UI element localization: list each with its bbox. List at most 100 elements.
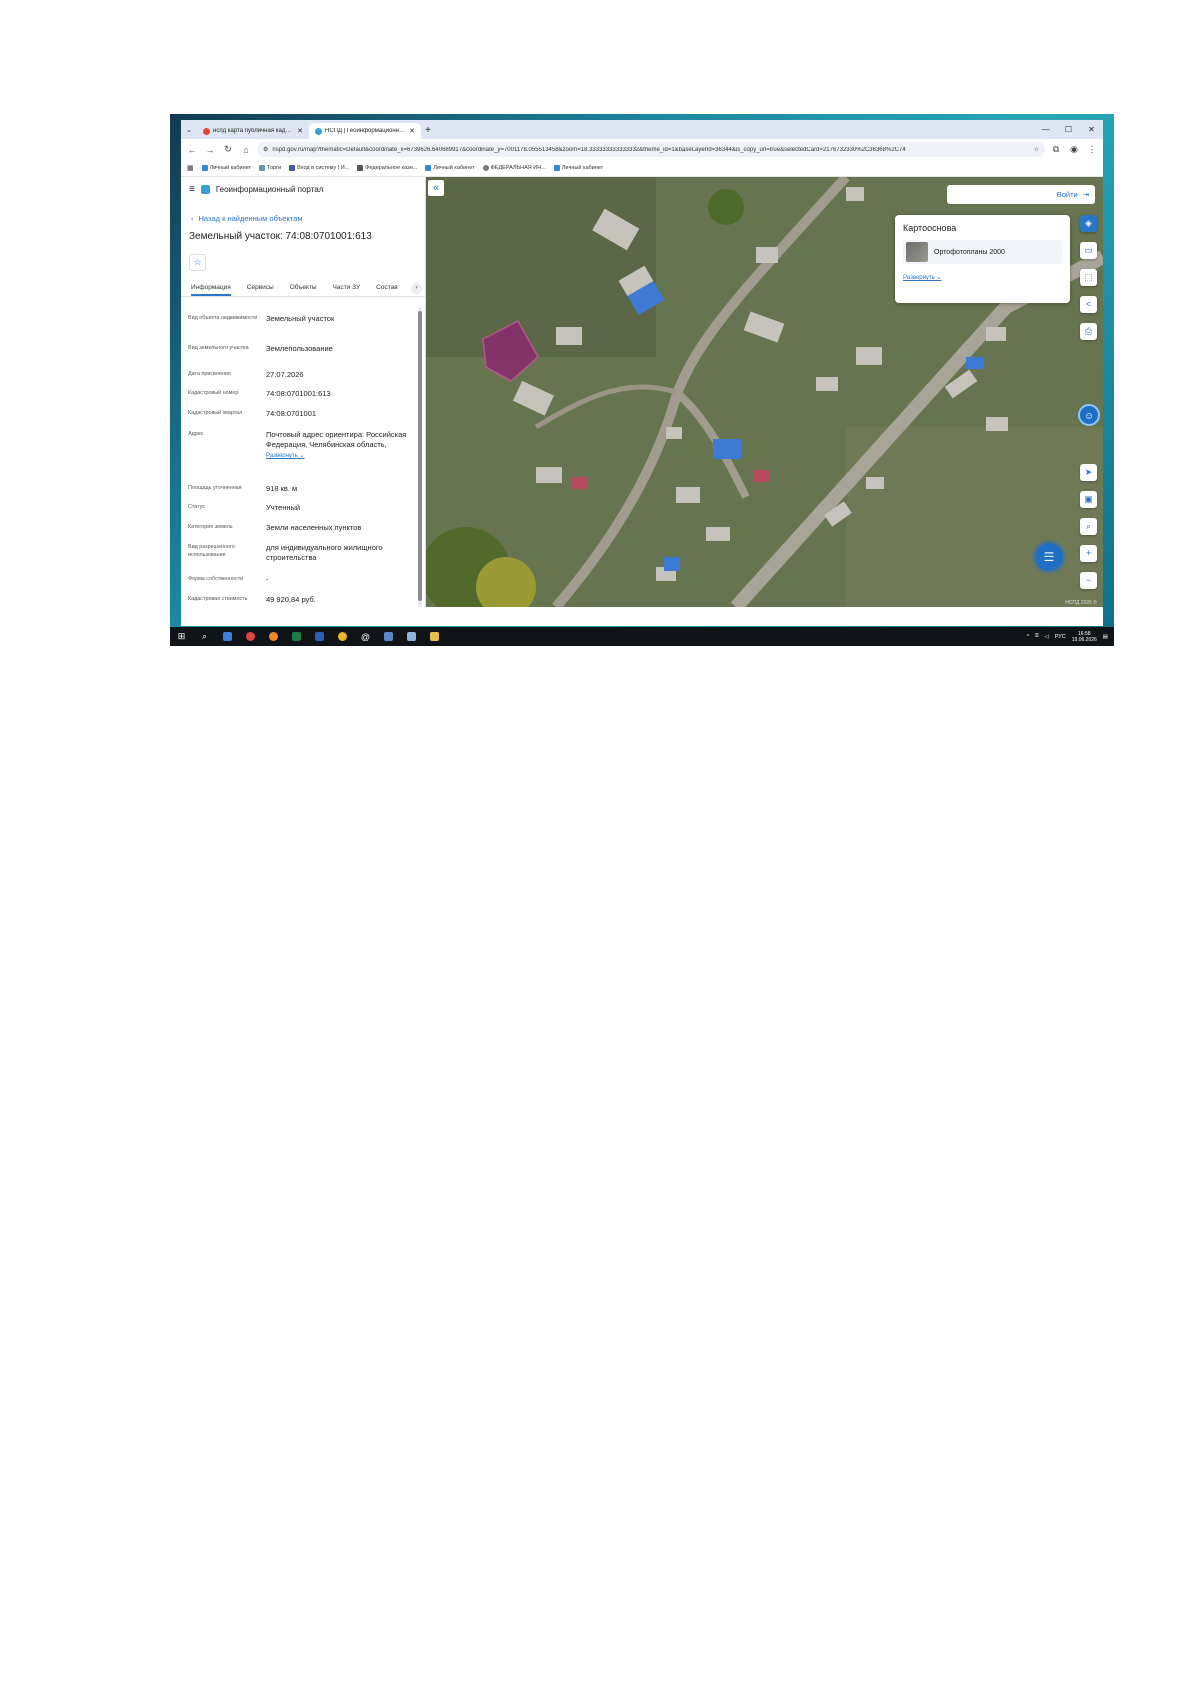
maximize-icon[interactable]: ☐ <box>1057 120 1080 139</box>
property-value: 27.07.2026 <box>266 370 304 379</box>
scrollbar-thumb[interactable] <box>418 311 422 601</box>
back-to-results-link[interactable]: ‹ Назад к найденным объектам <box>191 213 425 223</box>
bookmark-label: Федеральное казн... <box>365 165 418 171</box>
map-copyright: НСПД 2026 © <box>1065 600 1097 606</box>
reload-icon[interactable]: ↻ <box>221 144 235 155</box>
expand-address-link[interactable]: Развернуть ⌄ <box>266 453 305 459</box>
zoom-out-button[interactable]: − <box>1080 572 1097 589</box>
double-chevron-left-icon: « <box>432 182 440 194</box>
assistant-button[interactable]: ☺ <box>1078 404 1100 426</box>
taskbar-app[interactable] <box>423 627 446 646</box>
draw-area-button[interactable]: ⬚ <box>1080 269 1097 286</box>
tab-information[interactable]: Информация <box>191 280 231 296</box>
chat-bubble-icon: ☰ <box>1043 550 1055 564</box>
print-button[interactable]: ⎙ <box>1080 323 1097 340</box>
taskbar-app[interactable] <box>331 627 354 646</box>
taskbar-search[interactable]: ⌕ <box>193 627 216 646</box>
basemap-thumbnail <box>906 242 928 262</box>
bookmark-item[interactable]: Федеральное казн... <box>357 165 417 171</box>
bookmark-item[interactable]: Вход в систему | И... <box>289 165 349 171</box>
tab-parts[interactable]: Части ЗУ <box>333 280 361 296</box>
minimap-button[interactable]: ▣ <box>1080 491 1097 508</box>
tab-objects[interactable]: Объекты <box>290 280 317 296</box>
chat-button[interactable]: ☰ <box>1035 543 1063 571</box>
property-key: Вид земельного участка <box>188 345 249 351</box>
site-info-icon[interactable]: ⚙ <box>263 146 268 153</box>
system-tray: ^ ⌸ ◁ РУС 16:58 19.06.2026 ▤ <box>1027 627 1108 646</box>
taskbar-app[interactable] <box>308 627 331 646</box>
new-tab-button[interactable]: + <box>421 123 435 139</box>
taskbar-app[interactable] <box>285 627 308 646</box>
menu-kebab-icon[interactable]: ⋮ <box>1085 144 1099 155</box>
close-tab-icon[interactable]: ✕ <box>297 127 303 135</box>
collapse-panel-button[interactable]: « <box>428 180 444 196</box>
tabs-scroll-right-icon[interactable]: › <box>411 283 422 294</box>
notifications-icon[interactable]: ▤ <box>1103 634 1108 640</box>
object-card-panel: ≡ Геоинформационный портал ‹ Назад к най… <box>181 177 426 607</box>
login-button[interactable]: Войти ⇥ <box>947 185 1095 204</box>
network-icon[interactable]: ⌸ <box>1035 633 1038 640</box>
clock[interactable]: 16:58 19.06.2026 <box>1072 631 1097 643</box>
share-button[interactable]: < <box>1080 296 1097 313</box>
layers-button[interactable]: ◈ <box>1080 215 1097 232</box>
panel-scrollbar[interactable] <box>418 307 422 607</box>
geolocate-button[interactable]: ➤ <box>1080 464 1097 481</box>
tab-services[interactable]: Сервисы <box>247 280 274 296</box>
bookmark-icon <box>289 165 296 171</box>
minimize-icon[interactable]: — <box>1034 120 1057 139</box>
bookmark-icon <box>553 165 560 171</box>
tab-composition[interactable]: Состав <box>376 280 398 296</box>
apps-grid-icon[interactable]: ▦ <box>187 164 194 172</box>
back-arrow-icon[interactable]: ← <box>185 145 199 155</box>
taskbar-app[interactable] <box>377 627 400 646</box>
volume-icon[interactable]: ◁ <box>1045 634 1049 640</box>
favorite-star-button[interactable]: ☆ <box>189 254 206 271</box>
profile-icon[interactable]: ◉ <box>1067 144 1081 155</box>
close-window-icon[interactable]: ✕ <box>1080 120 1103 139</box>
bookmark-item[interactable]: ФЕДЕРАЛЬНАЯ ИН... <box>482 165 546 171</box>
home-icon[interactable]: ⌂ <box>239 145 253 155</box>
forward-arrow-icon[interactable]: → <box>203 145 217 155</box>
browser-tab-active[interactable]: НСПД | Геоинформационный ✕ <box>309 123 421 139</box>
map-view[interactable]: Войти ⇥ Картооснова Ортофотопланы 2000 Р… <box>426 177 1103 607</box>
tab-search-icon[interactable]: ⌄ <box>181 120 197 139</box>
address-bar[interactable]: ⚙ nspd.gov.ru/map?thematic=Default&coord… <box>257 142 1045 157</box>
browser-tab[interactable]: нспд карта публичная кадастр ✕ <box>197 123 309 139</box>
bookmark-item[interactable]: Торги <box>259 165 281 171</box>
bookmark-label: Вход в систему | И... <box>297 165 350 171</box>
language-indicator[interactable]: РУС <box>1055 634 1066 640</box>
bookmark-item[interactable]: Личный кабинет <box>425 165 475 171</box>
basemap-option[interactable]: Ортофотопланы 2000 <box>903 240 1062 264</box>
zoom-in-button[interactable]: + <box>1080 545 1097 562</box>
extensions-icon[interactable]: ⧉ <box>1049 144 1063 155</box>
basemap-expand-link[interactable]: Развернуть ⌄ <box>903 274 1062 281</box>
basemap-option-label: Ортофотопланы 2000 <box>934 248 1005 256</box>
print-icon: ⎙ <box>1084 326 1093 336</box>
search-point-button[interactable]: ⌕ <box>1080 518 1097 535</box>
taskbar-app[interactable]: @ <box>354 627 377 646</box>
ruler-button[interactable]: ▭ <box>1080 242 1097 259</box>
property-key: Дата присвоения <box>188 371 231 377</box>
property-key: Площадь уточненная <box>188 485 242 491</box>
hamburger-menu-icon[interactable]: ≡ <box>189 184 195 195</box>
property-key: Категория земель <box>188 524 233 530</box>
folder-icon <box>430 632 439 641</box>
taskbar-app[interactable] <box>262 627 285 646</box>
property-value: Земельный участок <box>266 314 335 323</box>
taskbar-app[interactable] <box>400 627 423 646</box>
property-value: Земли населенных пунктов <box>266 523 362 532</box>
object-title: Земельный участок: 74:08:0701001:613 <box>189 231 372 242</box>
polygon-icon: ⬚ <box>1084 272 1093 282</box>
close-tab-icon[interactable]: ✕ <box>409 127 415 135</box>
start-button[interactable]: ⊞ <box>170 627 193 646</box>
bookmark-item[interactable]: Личный кабинет <box>201 165 251 171</box>
bookmark-star-icon[interactable]: ☆ <box>1034 146 1039 153</box>
taskbar-app[interactable] <box>239 627 262 646</box>
tray-chevron-up-icon[interactable]: ^ <box>1027 634 1030 640</box>
nspd-favicon-icon <box>315 127 322 135</box>
taskbar-app[interactable] <box>216 627 239 646</box>
minimap-icon: ▣ <box>1084 494 1093 504</box>
bookmark-item[interactable]: Личный кабинет <box>553 165 603 171</box>
word-icon <box>315 632 324 641</box>
back-link-label: Назад к найденным объектам <box>198 213 303 223</box>
